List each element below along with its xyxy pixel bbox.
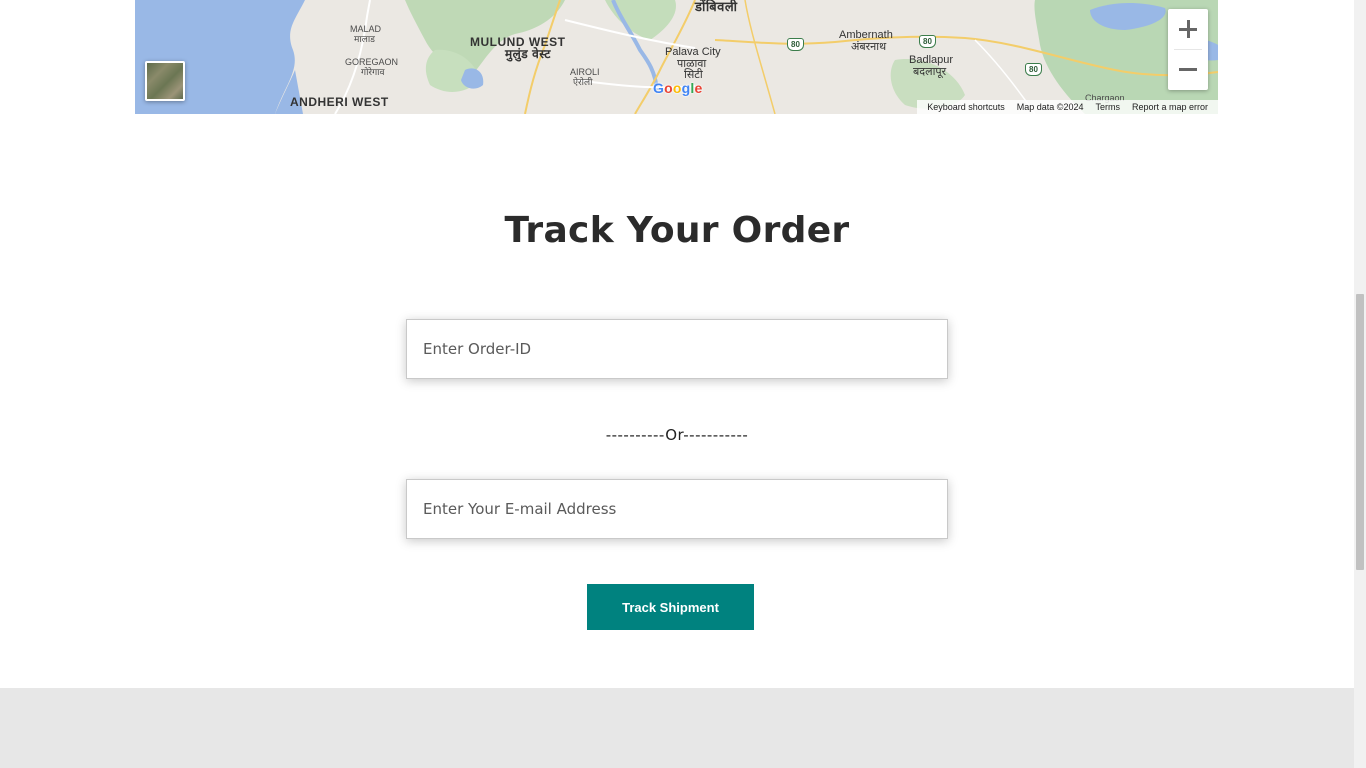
track-shipment-button[interactable]: Track Shipment — [587, 584, 754, 630]
scrollbar-thumb[interactable] — [1356, 294, 1364, 570]
map-label-palava: Palava City — [665, 46, 721, 58]
embedded-map[interactable]: डोंबिवली MALAD मालाड GOREGAON गोरेगाव MU… — [135, 0, 1218, 114]
map-label-badlapur-local: बदलापूर — [913, 66, 947, 78]
highway-shield: 80 — [787, 38, 804, 51]
map-label-dombivli: डोंबिवली — [695, 0, 738, 14]
page-title: Track Your Order — [504, 210, 850, 251]
keyboard-shortcuts-link[interactable]: Keyboard shortcuts — [921, 102, 1011, 112]
map-label-ambernath-local: अंबरनाथ — [851, 41, 887, 53]
highway-shield: 80 — [919, 35, 936, 48]
map-label-airoli: AIROLI — [570, 67, 600, 77]
map-label-goregaon: GOREGAON — [345, 57, 399, 67]
map-data-text: Map data ©2024 — [1016, 102, 1084, 112]
map-label-badlapur: Badlapur — [909, 54, 954, 66]
map-label-goregaon-local: गोरेगाव — [361, 67, 385, 77]
map-layer-toggle[interactable] — [145, 61, 185, 101]
map-label-malad-local: मालाड — [354, 34, 375, 44]
map-zoom-control — [1168, 9, 1208, 90]
map-label-malad: MALAD — [350, 24, 382, 34]
google-logo-letter: G — [653, 80, 665, 96]
google-logo-letter: o — [672, 80, 682, 96]
footer-band — [0, 688, 1354, 768]
zoom-in-button[interactable] — [1168, 9, 1208, 49]
email-input[interactable] — [406, 479, 948, 539]
map-label-airoli-local: ऐरोली — [573, 77, 593, 87]
google-logo-letter: o — [664, 80, 673, 96]
map-label-andheri: ANDHERI WEST — [290, 95, 389, 109]
page: डोंबिवली MALAD मालाड GOREGAON गोरेगाव MU… — [0, 0, 1354, 768]
report-map-error-link[interactable]: Report a map error — [1126, 102, 1214, 112]
page-scrollbar[interactable] — [1354, 0, 1366, 768]
map-label-mulund-local: मुलुंड वेस्ट — [505, 47, 551, 61]
zoom-out-button[interactable] — [1168, 49, 1208, 89]
map-label-ambernath: Ambernath — [839, 29, 893, 41]
google-logo: Google — [653, 80, 702, 96]
order-id-input[interactable] — [406, 319, 948, 379]
highway-shield: 80 — [1025, 63, 1042, 76]
or-separator: ----------Or----------- — [605, 426, 749, 444]
terms-link[interactable]: Terms — [1089, 102, 1126, 112]
google-logo-letter: e — [694, 80, 703, 96]
map-attribution: Keyboard shortcuts Map data ©2024 Terms … — [917, 100, 1218, 114]
